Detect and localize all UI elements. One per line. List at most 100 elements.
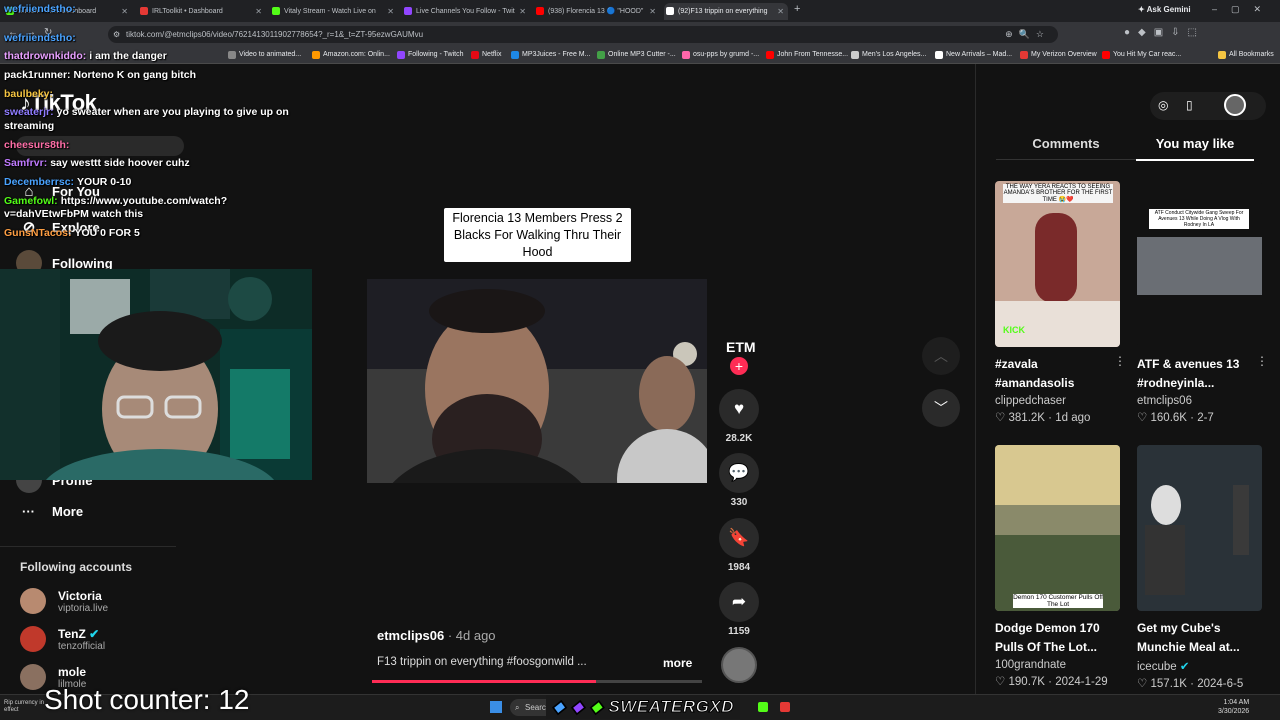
app-icon[interactable] (780, 702, 790, 712)
next-video-button[interactable]: ﹀ (922, 389, 960, 427)
url-actions-icon[interactable]: ⊕🔍☆ (1005, 26, 1050, 43)
card-likes: 157.1K (1150, 678, 1187, 690)
all-bookmarks[interactable]: All Bookmarks (1218, 49, 1274, 61)
prev-video-button[interactable]: ︿ (922, 337, 960, 375)
chat-username: cheesurs8th: (4, 139, 70, 151)
coin-icon[interactable]: ◎ (1158, 98, 1168, 112)
avatar[interactable] (1224, 94, 1246, 116)
bookmark-label: John From Tennesse... (777, 51, 849, 58)
close-icon[interactable]: ✕ (777, 3, 784, 20)
more-dots-icon: ··· (22, 504, 35, 519)
close-icon[interactable]: ✕ (121, 3, 128, 20)
windows-start-icon[interactable] (490, 701, 502, 713)
progress-bar[interactable] (372, 680, 702, 683)
browser-tab-active[interactable]: (92)F13 trippin on everything ✕ (664, 3, 788, 20)
recommended-card[interactable]: ATF Conduct Citywide Gang Sweep For Aven… (1137, 181, 1268, 424)
tab-label: (92)F13 trippin on everything (678, 8, 768, 15)
phone-icon[interactable]: ▯ (1186, 98, 1193, 112)
nav-more[interactable]: ··· More (22, 504, 83, 519)
video-thumbnail[interactable] (1137, 445, 1262, 611)
card-meta: ♡ 157.1K · 2024-6-5 (1137, 678, 1244, 690)
new-tab-icon[interactable]: + (794, 3, 800, 15)
recommended-card[interactable]: Get my Cube's Munchie Meal at... icecube… (1137, 445, 1262, 690)
bookmark-label: Online MP3 Cutter -... (608, 51, 676, 58)
url-bar[interactable]: ⚙ tiktok.com/@etmclips06/video/762141301… (108, 26, 1058, 43)
save-action[interactable]: 🔖 1984 (719, 518, 759, 573)
tab-you-may-like[interactable]: You may like (1136, 136, 1254, 161)
comment-action[interactable]: 💬 330 (719, 453, 759, 508)
chat-line: streaming (4, 117, 54, 136)
chat-username: pack1runner: (4, 69, 71, 81)
browser-tab[interactable]: Vitaly Stream - Watch Live on ✕ (270, 3, 398, 20)
bookmark-item[interactable]: My Verizon Overview (1020, 49, 1097, 61)
close-icon[interactable]: ✕ (519, 3, 526, 20)
avatar (20, 588, 46, 614)
music-disc-icon[interactable] (721, 647, 757, 683)
tab-comments[interactable]: Comments (996, 136, 1136, 160)
chat-username: thatdrownkiddo: (4, 50, 87, 62)
bookmark-item[interactable]: New Arrivals – Mad... (935, 49, 1012, 61)
following-accounts-title: Following accounts (20, 560, 133, 574)
more-button[interactable]: more (663, 656, 692, 670)
share-icon[interactable]: ➦ (719, 582, 759, 622)
video-player[interactable] (367, 279, 707, 483)
more-options-icon[interactable]: ⋮ (1114, 354, 1126, 368)
card-user: icecube (1137, 661, 1177, 673)
bookmark-item[interactable]: Following - Twitch (397, 49, 464, 61)
video-thumbnail[interactable]: THE WAY YERA REACTS TO SEEING AMANDA'S B… (995, 181, 1120, 347)
chat-line: Samfrvr: say westtt side hoover cuhz (4, 154, 190, 173)
video-thumbnail[interactable]: ATF Conduct Citywide Gang Sweep For Aven… (1137, 181, 1262, 347)
tab-label: Vitaly Stream - Watch Live on (284, 8, 376, 15)
bookmark-item[interactable]: Amazon.com: Onlin... (312, 49, 390, 61)
shot-counter: Shot counter: 12 (44, 684, 250, 715)
window-controls[interactable]: –▢✕ (1212, 4, 1275, 15)
thumbnail-text: THE WAY YERA REACTS TO SEEING AMANDA'S B… (1003, 184, 1113, 203)
bookmark-item[interactable]: You Hit My Car reac... (1102, 49, 1181, 61)
bookmark-icon[interactable]: 🔖 (719, 518, 759, 558)
following-account[interactable]: Victoria viptoria.live (20, 588, 108, 614)
recommended-card[interactable]: Demon 170 Customer Pulls Off The Lot Dod… (995, 445, 1120, 688)
card-meta: ♡ 381.2K · 1d ago (995, 412, 1091, 424)
url-text: tiktok.com/@etmclips06/video/76214130119… (126, 30, 424, 39)
bookmark-item[interactable]: osu-pps by grumd -... (682, 49, 759, 61)
clock[interactable]: 1:04 AM 3/30/2026 (1218, 698, 1249, 716)
bookmark-label: You Hit My Car reac... (1113, 51, 1182, 58)
site-info-icon[interactable]: ⚙ (113, 26, 120, 43)
bookmark-item[interactable]: Video to animated... (228, 49, 301, 61)
card-user-row: icecube ✔ (1137, 659, 1262, 673)
close-icon[interactable]: ✕ (255, 3, 262, 20)
card-meta: ♡ 160.6K · 2-7 (1137, 412, 1214, 424)
more-options-icon[interactable]: ⋮ (1256, 354, 1268, 368)
close-icon[interactable]: ✕ (387, 3, 394, 20)
heart-icon[interactable]: ♥ (719, 389, 759, 429)
bookmark-item[interactable]: Online MP3 Cutter -... (597, 49, 676, 61)
browser-tab[interactable]: (938) Florencia 13 🔵 "HOOD" ✕ (534, 3, 660, 20)
bookmark-label: Men's Los Angeles... (862, 51, 927, 58)
verified-icon: ✔ (89, 626, 100, 641)
comment-icon[interactable]: 💬 (719, 453, 759, 493)
chat-message: YOUR 0-10 (77, 176, 132, 188)
bookmark-item[interactable]: Men's Los Angeles... (851, 49, 926, 61)
like-action[interactable]: ♥ 28.2K (719, 389, 759, 444)
thumbnail-text: Demon 170 Customer Pulls Off The Lot (1013, 594, 1103, 608)
close-icon[interactable]: ✕ (649, 3, 656, 20)
video-thumbnail[interactable]: Demon 170 Customer Pulls Off The Lot (995, 445, 1120, 611)
ask-gemini-button[interactable]: ✦ Ask Gemini (1138, 5, 1191, 14)
bookmark-label: Video to animated... (239, 51, 302, 58)
author-name[interactable]: etmclips06 (377, 628, 444, 643)
browser-tab[interactable]: Live Channels You Follow - Twit ✕ (402, 3, 530, 20)
follow-button[interactable]: + (730, 357, 748, 375)
bookmark-item[interactable]: MP3Juices - Free M... (511, 49, 590, 61)
browser-tab[interactable]: IRLToolkit • Dashboard ✕ (138, 3, 266, 20)
share-action[interactable]: ➦ 1159 (719, 582, 759, 637)
following-account[interactable]: TenZ ✔ tenzofficial (20, 626, 105, 652)
mp3cutter-icon (597, 51, 605, 59)
recommended-card[interactable]: THE WAY YERA REACTS TO SEEING AMANDA'S B… (995, 181, 1126, 424)
clock-date: 3/30/2026 (1218, 708, 1250, 715)
bookmark-item[interactable]: John From Tennesse... (766, 49, 848, 61)
bookmark-item[interactable]: Netflix (471, 49, 501, 61)
kick-app-icon[interactable] (758, 702, 768, 712)
extensions-toolbar[interactable]: ●◆▣⇩⬚ (1124, 27, 1205, 38)
streamer-banner: ◆ ◆ ◆ SWEATERGXD (546, 695, 741, 719)
irltoolkit-icon (140, 7, 148, 15)
